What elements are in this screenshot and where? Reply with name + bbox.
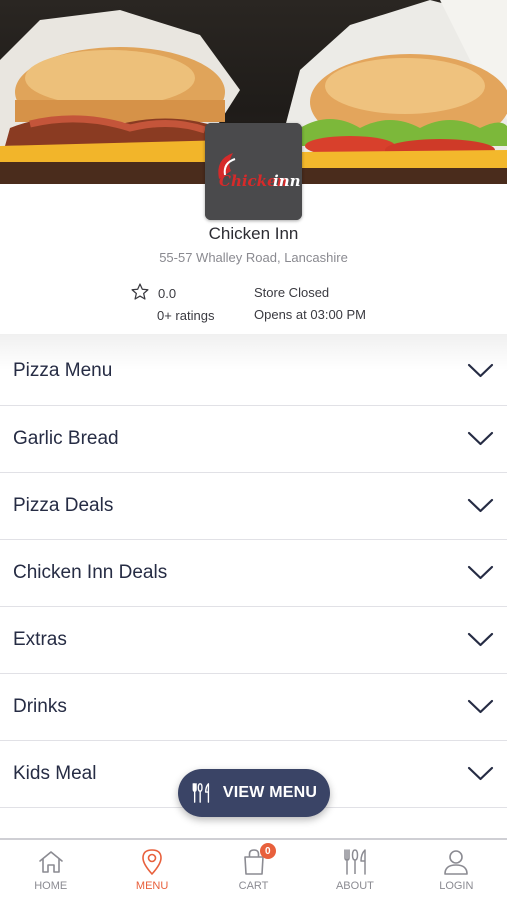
chevron-down-icon	[467, 363, 494, 377]
menu-category-list: Pizza Menu Garlic Bread Pizza Deals Chic…	[0, 336, 507, 808]
store-name: Chicken Inn	[208, 224, 299, 243]
ratings-count: 0+ ratings	[157, 308, 215, 323]
bottom-navigation: HOME MENU 0 CART ABOUT LOGIN	[0, 838, 507, 900]
cutlery-icon	[192, 783, 209, 803]
user-icon	[444, 850, 469, 875]
cart-count-badge: 0	[259, 843, 276, 859]
nav-label: ABOUT	[335, 880, 374, 892]
menu-category-pizza-deals[interactable]: Pizza Deals	[0, 473, 507, 540]
view-menu-label: VIEW MENU	[222, 784, 318, 801]
menu-category-label: Chicken Inn Deals	[13, 562, 168, 583]
menu-category-garlic-bread[interactable]: Garlic Bread	[0, 406, 507, 473]
store-logo: Chicken inn	[205, 123, 302, 220]
menu-category-label: Garlic Bread	[13, 428, 119, 449]
menu-category-extras[interactable]: Extras	[0, 607, 507, 674]
store-opening-time: Opens at 03:00 PM	[254, 307, 367, 322]
menu-category-drinks[interactable]: Drinks	[0, 674, 507, 741]
menu-category-pizza-menu[interactable]: Pizza Menu	[0, 336, 507, 406]
chevron-down-icon	[467, 632, 494, 647]
nav-about[interactable]: ABOUT	[304, 840, 405, 900]
chevron-down-icon	[467, 431, 494, 446]
nav-label: HOME	[34, 880, 68, 892]
nav-label: CART	[238, 880, 269, 892]
cutlery-icon	[344, 849, 366, 875]
store-status: Store Closed	[254, 285, 330, 300]
rating-value: 0.0	[158, 286, 177, 301]
nav-label: LOGIN	[439, 880, 474, 892]
nav-menu[interactable]: MENU	[101, 840, 202, 900]
nav-login[interactable]: LOGIN	[406, 840, 507, 900]
view-menu-button[interactable]: VIEW MENU	[178, 769, 330, 817]
menu-category-label: Kids Meal	[13, 763, 97, 784]
chevron-down-icon	[467, 565, 494, 580]
menu-category-label: Extras	[13, 629, 67, 650]
menu-category-label: Drinks	[13, 696, 67, 717]
store-address: 55-57 Whalley Road, Lancashire	[159, 250, 348, 265]
menu-category-chicken-inn-deals[interactable]: Chicken Inn Deals	[0, 540, 507, 607]
chevron-down-icon	[467, 766, 494, 781]
menu-category-label: Pizza Menu	[13, 359, 113, 381]
star-icon	[131, 283, 149, 300]
chevron-down-icon	[467, 498, 494, 513]
nav-home[interactable]: HOME	[0, 840, 101, 900]
menu-category-label: Pizza Deals	[13, 495, 114, 516]
svg-text:inn: inn	[273, 172, 301, 190]
location-pin-icon	[142, 849, 162, 875]
chevron-down-icon	[467, 699, 494, 714]
nav-cart[interactable]: 0 CART	[203, 840, 304, 900]
home-icon	[38, 851, 63, 873]
nav-label: MENU	[135, 880, 169, 892]
